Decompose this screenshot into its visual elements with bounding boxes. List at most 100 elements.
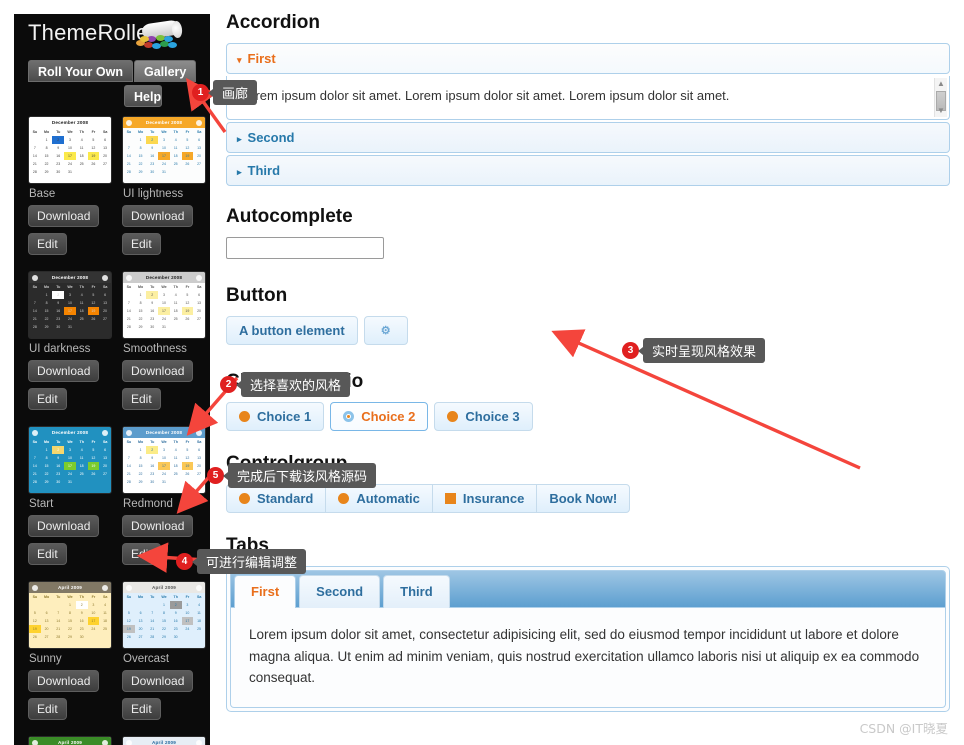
calendar-month-label: December 2008 [145,120,183,125]
theme-preview-calendar[interactable]: December 2008 Su Mo Tu We Th Fr Sa 1 2 3 4 5 6 7 8 9 10 1… [28,271,112,339]
theme-download-button[interactable]: Download [122,515,194,537]
accordion-header-second[interactable]: ▸ Second [226,122,950,153]
calendar-grid[interactable]: 1 2 3 4 5 6 7 8 9 10 11 12 13 14 15 16 17 18 19 20 21 22 23 24 2… [123,136,205,176]
accordion-header-third[interactable]: ▸ Third [226,155,950,186]
theme-card[interactable]: December 2008 Su Mo Tu We Th Fr Sa 1 2 3 4 5 6 7 8 9 10 1… [122,116,206,261]
theme-download-button[interactable]: Download [28,515,100,537]
theme-edit-button[interactable]: Edit [122,233,161,255]
theme-name: Sunny [29,653,62,665]
prev-month-icon[interactable] [126,274,132,281]
prev-month-icon[interactable] [32,119,38,126]
theme-card[interactable]: December 2008 Su Mo Tu We Th Fr Sa 1 2 3 4 5 6 7 8 9 10 1… [28,271,112,416]
theme-gallery-list[interactable]: December 2008 Su Mo Tu We Th Fr Sa 1 2 3 4 5 6 7 8 9 10 1… [14,108,210,745]
prev-month-icon[interactable] [32,429,38,436]
prev-month-icon[interactable] [126,739,132,745]
theme-download-button[interactable]: Download [122,205,194,227]
themeroller-sidebar[interactable]: ThemeRoller Roll Your Own Gallery Help D… [14,14,210,745]
radio-label: Choice 1 [257,409,312,424]
calendar-grid[interactable]: 1 2 3 4 5 6 7 8 9 10 11 12 13 14 15 16 17 18 19 20 21 22 23 24 2… [123,601,205,641]
accordion-header-first[interactable]: ▾ First [226,43,950,74]
next-month-icon[interactable] [102,274,108,281]
sidebar-tab-help[interactable]: Help [124,85,162,107]
prev-month-icon[interactable] [126,429,132,436]
next-month-icon[interactable] [196,429,202,436]
controlgroup-item-insurance[interactable]: Insurance [431,484,537,513]
theme-preview-calendar[interactable]: April 2009SuMoTuWeThFrSa 123456789101112… [28,581,112,649]
next-month-icon[interactable] [102,584,108,591]
calendar-grid[interactable]: 1 2 3 4 5 6 7 8 9 10 11 12 13 14 15 16 17 18 19 20 21 22 23 24 2… [123,291,205,331]
prev-month-icon[interactable] [32,739,38,745]
caret-down-icon[interactable]: ▼ [935,105,947,117]
theme-download-button[interactable]: Download [28,205,100,227]
theme-card[interactable]: December 2008 Su Mo Tu We Th Fr Sa 1 2 3 4 5 6 7 8 9 10 1… [28,426,112,571]
theme-card[interactable]: April 2009SuMoTuWeThFrSa 123456789101112… [122,736,206,745]
next-month-icon[interactable] [102,119,108,126]
calendar-grid[interactable]: 1 2 3 4 5 6 7 8 9 10 11 12 13 14 15 16 17 18 19 20 21 22 23 24 2… [29,446,111,486]
calendar-grid[interactable]: 1 2 3 4 5 6 7 8 9 10 11 12 13 14 15 16 17 18 19 20 21 22 23 24 2… [29,601,111,641]
theme-card[interactable]: April 2009SuMoTuWeThFrSa 123456789101112… [28,581,112,726]
theme-card[interactable]: December 2008 Su Mo Tu We Th Fr Sa 1 2 3 4 5 6 7 8 9 10 1… [122,271,206,416]
theme-card[interactable]: December 2008 Su Mo Tu We Th Fr Sa 1 2 3 4 5 6 7 8 9 10 1… [122,426,206,571]
theme-card[interactable]: April 2009SuMoTuWeThFrSa 123456789101112… [122,581,206,726]
prev-month-icon[interactable] [126,584,132,591]
theme-edit-button[interactable]: Edit [122,698,161,720]
theme-card[interactable]: December 2008 Su Mo Tu We Th Fr Sa 1 2 3 4 5 6 7 8 9 10 1… [28,116,112,261]
calendar-grid[interactable]: 1 2 3 4 5 6 7 8 9 10 11 12 13 14 15 16 17 18 19 20 21 22 23 24 2… [29,291,111,331]
radio-choice-3[interactable]: Choice 3 [434,402,533,431]
theme-edit-button[interactable]: Edit [28,388,67,410]
sidebar-tab-roll-your-own[interactable]: Roll Your Own [28,60,133,82]
theme-preview-calendar[interactable]: December 2008 Su Mo Tu We Th Fr Sa 1 2 3 4 5 6 7 8 9 10 1… [28,426,112,494]
tab-third[interactable]: Third [383,575,450,608]
theme-edit-button[interactable]: Edit [122,388,161,410]
next-month-icon[interactable] [196,739,202,745]
theme-card[interactable]: April 2009SuMoTuWeThFrSa 123456789101112… [28,736,112,745]
accordion-header-label: Second [247,130,295,145]
radio-choice-2[interactable]: Choice 2 [330,402,429,431]
next-month-icon[interactable] [102,739,108,745]
tab-second[interactable]: Second [299,575,381,608]
theme-edit-button[interactable]: Edit [28,543,67,565]
calendar-header: December 2008 [29,272,111,283]
gear-button[interactable]: ⚙ [363,316,408,345]
theme-download-button[interactable]: Download [28,670,100,692]
radio-choice-1[interactable]: Choice 1 [226,402,325,431]
theme-edit-button[interactable]: Edit [122,543,161,565]
calendar-grid[interactable]: 1 2 3 4 5 6 7 8 9 10 11 12 13 14 15 16 17 18 19 20 21 22 23 24 2… [123,446,205,486]
theme-preview-calendar[interactable]: April 2009SuMoTuWeThFrSa 123456789101112… [122,736,206,745]
caret-up-icon[interactable]: ▲ [935,78,947,90]
theme-preview-calendar[interactable]: December 2008 Su Mo Tu We Th Fr Sa 1 2 3 4 5 6 7 8 9 10 1… [122,426,206,494]
theme-preview-calendar[interactable]: December 2008 Su Mo Tu We Th Fr Sa 1 2 3 4 5 6 7 8 9 10 1… [122,271,206,339]
prev-month-icon[interactable] [32,274,38,281]
calendar-month-label: December 2008 [51,275,89,280]
theme-preview-calendar[interactable]: April 2009SuMoTuWeThFrSa 123456789101112… [122,581,206,649]
next-month-icon[interactable] [196,119,202,126]
theme-download-button[interactable]: Download [28,360,100,382]
prev-month-icon[interactable] [32,584,38,591]
autocomplete-input[interactable] [226,237,384,259]
theme-edit-button[interactable]: Edit [28,233,67,255]
controlgroup-item-standard[interactable]: Standard [226,484,326,513]
theme-preview-calendar[interactable]: December 2008 Su Mo Tu We Th Fr Sa 1 2 3 4 5 6 7 8 9 10 1… [28,116,112,184]
theme-download-button[interactable]: Download [122,360,194,382]
tabs-nav[interactable]: First Second Third [230,570,946,608]
controlgroup-item-automatic[interactable]: Automatic [325,484,432,513]
theme-preview-calendar[interactable]: December 2008 Su Mo Tu We Th Fr Sa 1 2 3 4 5 6 7 8 9 10 1… [122,116,206,184]
sidebar-tabbar[interactable]: Roll Your Own Gallery Help [14,56,210,108]
accordion-scrollbar[interactable]: ▲ ▼ [934,78,947,117]
next-month-icon[interactable] [196,274,202,281]
next-month-icon[interactable] [102,429,108,436]
caret-right-icon: ▸ [237,134,242,144]
theme-edit-button[interactable]: Edit [28,698,67,720]
sidebar-logo: ThemeRoller [14,14,210,56]
theme-download-button[interactable]: Download [122,670,194,692]
a-button-element-button[interactable]: A button element [226,316,358,345]
next-month-icon[interactable] [196,584,202,591]
controlgroup-item-book-now[interactable]: Book Now! [536,484,631,513]
theme-preview-calendar[interactable]: April 2009SuMoTuWeThFrSa 123456789101112… [28,736,112,745]
calendar-grid[interactable]: 1 2 3 4 5 6 7 8 9 10 11 12 13 14 15 16 17 18 19 20 21 22 23 24 2… [29,136,111,176]
accordion-panel-first: Lorem ipsum dolor sit amet. Lorem ipsum … [226,76,950,120]
controlgroup[interactable]: Standard Automatic Insurance Book Now! [226,484,950,513]
tab-first[interactable]: First [234,575,297,608]
sidebar-tab-gallery[interactable]: Gallery [133,60,197,82]
prev-month-icon[interactable] [126,119,132,126]
